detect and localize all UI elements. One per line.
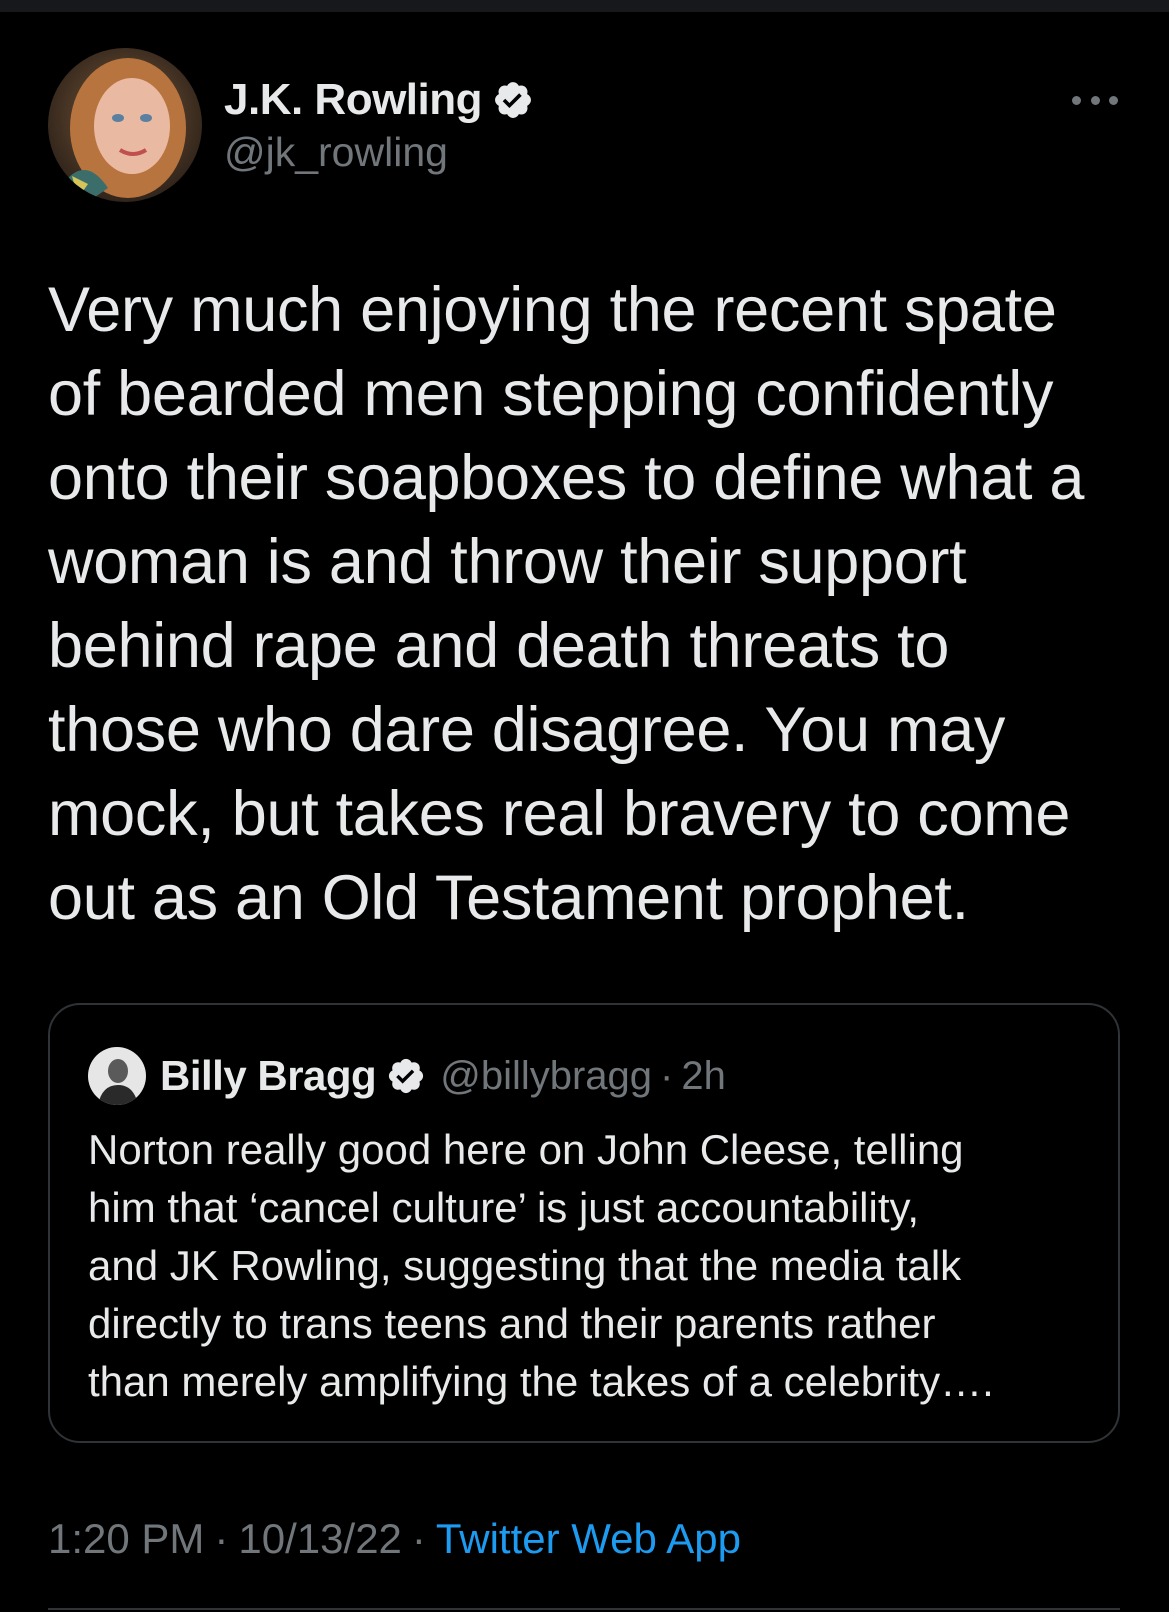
more-options-icon[interactable] xyxy=(1072,88,1118,112)
verified-badge-icon xyxy=(386,1056,426,1096)
tweet-source-link[interactable]: Twitter Web App xyxy=(436,1515,741,1562)
tweet-text: Very much enjoying the recent spate of b… xyxy=(48,275,1085,933)
dot xyxy=(1072,95,1081,105)
author-avatar[interactable] xyxy=(48,48,202,202)
separator: · xyxy=(411,1515,426,1562)
tweet-time[interactable]: 1:20 PM xyxy=(48,1515,204,1562)
quoted-tweet-text: Norton really good here on John Cleese, … xyxy=(88,1126,994,1405)
tweet-metadata: 1:20 PM · 10/13/22 · Twitter Web App xyxy=(48,1515,741,1563)
separator: · xyxy=(660,1053,674,1098)
top-strip xyxy=(0,0,1169,12)
dot xyxy=(1090,95,1100,105)
quoted-author-avatar xyxy=(88,1047,146,1105)
separator: · xyxy=(214,1515,229,1562)
quoted-author-handle: @billybragg xyxy=(440,1053,653,1098)
verified-badge-icon xyxy=(492,79,534,121)
tweet-date[interactable]: 10/13/22 xyxy=(238,1515,402,1562)
dot xyxy=(1109,95,1118,105)
author-display-name[interactable]: J.K. Rowling xyxy=(224,74,483,126)
quoted-timestamp: 2h xyxy=(681,1053,726,1098)
quoted-author-name: Billy Bragg xyxy=(160,1052,377,1099)
divider xyxy=(48,1608,1120,1610)
author-handle[interactable]: @jk_rowling xyxy=(224,128,534,176)
quoted-tweet-card[interactable]: Billy Bragg @billybragg · 2h Norton real… xyxy=(48,1003,1120,1443)
